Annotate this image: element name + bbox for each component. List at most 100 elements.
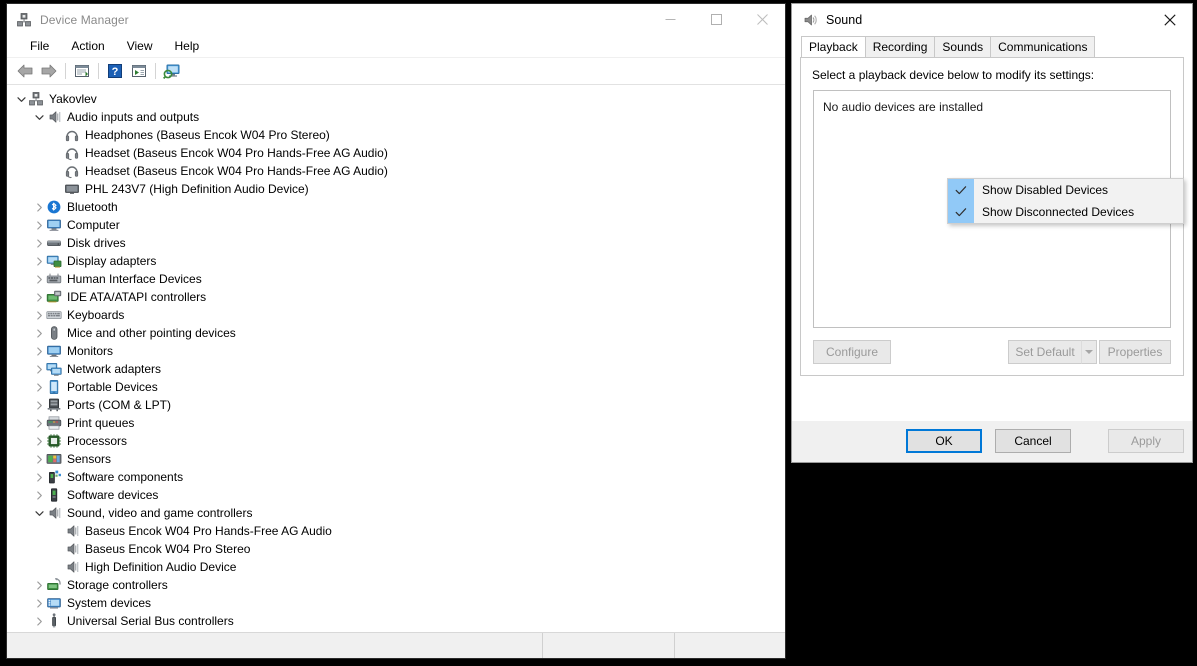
playback-context-menu: Show Disabled Devices Show Disconnected D… bbox=[947, 178, 1184, 224]
cancel-button[interactable]: Cancel bbox=[995, 429, 1071, 453]
tree-item[interactable]: Headset (Baseus Encok W04 Pro Hands-Free… bbox=[7, 144, 785, 162]
tree-item[interactable]: Computer bbox=[7, 216, 785, 234]
chevron-right-icon[interactable] bbox=[33, 378, 46, 396]
scan-hardware-icon[interactable] bbox=[160, 60, 184, 82]
maximize-icon[interactable] bbox=[693, 4, 739, 35]
tree-item[interactable]: Processors bbox=[7, 432, 785, 450]
back-icon[interactable] bbox=[13, 60, 37, 82]
menu-file[interactable]: File bbox=[20, 37, 59, 56]
chevron-down-icon[interactable] bbox=[33, 504, 46, 522]
chevron-down-icon[interactable] bbox=[15, 90, 28, 108]
tree-item[interactable]: Software components bbox=[7, 468, 785, 486]
tree-item[interactable]: PHL 243V7 (High Definition Audio Device) bbox=[7, 180, 785, 198]
menu-action[interactable]: Action bbox=[61, 37, 114, 56]
tree-item[interactable]: Headphones (Baseus Encok W04 Pro Stereo) bbox=[7, 126, 785, 144]
tree-item[interactable]: Human Interface Devices bbox=[7, 270, 785, 288]
tree-item-label: Sound, video and game controllers bbox=[67, 506, 253, 520]
help-icon[interactable]: ? bbox=[103, 60, 127, 82]
chevron-right-icon[interactable] bbox=[33, 576, 46, 594]
properties-icon[interactable] bbox=[70, 60, 94, 82]
tree-item-label: Storage controllers bbox=[67, 578, 168, 592]
tree-item-label: Software devices bbox=[67, 488, 159, 502]
tree-item[interactable]: Ports (COM & LPT) bbox=[7, 396, 785, 414]
context-menu-item[interactable]: Show Disabled Devices bbox=[948, 179, 1183, 201]
chevron-right-icon[interactable] bbox=[33, 486, 46, 504]
tree-item[interactable]: Sound, video and game controllers bbox=[7, 504, 785, 522]
tree-item[interactable]: Sensors bbox=[7, 450, 785, 468]
tree-item[interactable]: Disk drives bbox=[7, 234, 785, 252]
minimize-icon[interactable] bbox=[647, 4, 693, 35]
tree-item[interactable]: Baseus Encok W04 Pro Hands-Free AG Audio bbox=[7, 522, 785, 540]
tree-item[interactable]: Headset (Baseus Encok W04 Pro Hands-Free… bbox=[7, 162, 785, 180]
tree-item[interactable]: Audio inputs and outputs bbox=[7, 108, 785, 126]
chevron-right-icon[interactable] bbox=[33, 342, 46, 360]
chevron-right-icon[interactable] bbox=[33, 270, 46, 288]
device-manager-titlebar: Device Manager bbox=[7, 4, 785, 35]
ok-button[interactable]: OK bbox=[906, 429, 982, 453]
context-menu-item[interactable]: Show Disconnected Devices bbox=[948, 201, 1183, 223]
tree-item[interactable]: Yakovlev bbox=[7, 90, 785, 108]
chevron-right-icon[interactable] bbox=[33, 360, 46, 378]
tree-item[interactable]: Universal Serial Bus controllers bbox=[7, 612, 785, 630]
tree-item[interactable]: Monitors bbox=[7, 342, 785, 360]
chevron-right-icon[interactable] bbox=[33, 216, 46, 234]
processor-icon bbox=[46, 433, 62, 449]
set-default-button[interactable]: Set Default bbox=[1008, 340, 1081, 364]
tree-item[interactable]: Baseus Encok W04 Pro Stereo bbox=[7, 540, 785, 558]
tree-item[interactable]: Keyboards bbox=[7, 306, 785, 324]
tab-sounds[interactable]: Sounds bbox=[934, 36, 992, 57]
chevron-right-icon[interactable] bbox=[33, 612, 46, 630]
tree-item[interactable]: Portable Devices bbox=[7, 378, 785, 396]
menu-view[interactable]: View bbox=[117, 37, 163, 56]
speaker-small-icon bbox=[64, 541, 80, 557]
apply-button[interactable]: Apply bbox=[1108, 429, 1184, 453]
sound-dialog-titlebar: Sound bbox=[792, 4, 1192, 36]
tab-recording[interactable]: Recording bbox=[864, 36, 936, 57]
set-default-dropdown-arrow-icon[interactable] bbox=[1081, 340, 1097, 364]
chevron-right-icon[interactable] bbox=[33, 450, 46, 468]
checkmark-icon bbox=[948, 179, 974, 201]
chevron-right-icon[interactable] bbox=[33, 234, 46, 252]
chevron-right-icon[interactable] bbox=[33, 306, 46, 324]
tree-item[interactable]: Bluetooth bbox=[7, 198, 785, 216]
tree-item[interactable]: Print queues bbox=[7, 414, 785, 432]
chevron-right-icon[interactable] bbox=[33, 432, 46, 450]
chevron-right-icon[interactable] bbox=[33, 324, 46, 342]
tree-item[interactable]: System devices bbox=[7, 594, 785, 612]
update-driver-icon[interactable] bbox=[127, 60, 151, 82]
tree-item[interactable]: Software devices bbox=[7, 486, 785, 504]
chevron-right-icon[interactable] bbox=[33, 396, 46, 414]
chevron-right-icon[interactable] bbox=[33, 198, 46, 216]
sound-dialog-footer: OK Cancel Apply bbox=[792, 421, 1192, 462]
sound-dialog-title: Sound bbox=[826, 13, 863, 27]
chevron-right-icon[interactable] bbox=[33, 414, 46, 432]
forward-icon[interactable] bbox=[37, 60, 61, 82]
tab-playback[interactable]: Playback bbox=[801, 36, 866, 57]
context-menu-item-label: Show Disabled Devices bbox=[982, 183, 1109, 197]
mouse-icon bbox=[46, 325, 62, 341]
configure-button[interactable]: Configure bbox=[813, 340, 891, 364]
close-icon[interactable] bbox=[1147, 4, 1192, 36]
tab-communications[interactable]: Communications bbox=[990, 36, 1096, 57]
tree-item-label: Headset (Baseus Encok W04 Pro Hands-Free… bbox=[85, 164, 388, 178]
context-menu-item-label: Show Disconnected Devices bbox=[982, 205, 1135, 219]
monitor2-icon bbox=[46, 343, 62, 359]
tree-item[interactable]: Mice and other pointing devices bbox=[7, 324, 785, 342]
device-tree[interactable]: Yakovlev Audio inputs and outputs Headphon… bbox=[7, 85, 785, 632]
tree-item[interactable]: Storage controllers bbox=[7, 576, 785, 594]
close-icon[interactable] bbox=[739, 4, 785, 35]
tree-item[interactable]: IDE ATA/ATAPI controllers bbox=[7, 288, 785, 306]
tree-item[interactable]: Network adapters bbox=[7, 360, 785, 378]
chevron-right-icon[interactable] bbox=[33, 468, 46, 486]
tree-item-label: Universal Serial Bus controllers bbox=[67, 614, 234, 628]
properties-button[interactable]: Properties bbox=[1099, 340, 1171, 364]
tree-item[interactable]: Display adapters bbox=[7, 252, 785, 270]
headset-icon bbox=[64, 163, 80, 179]
chevron-right-icon[interactable] bbox=[33, 594, 46, 612]
chevron-down-icon[interactable] bbox=[33, 108, 46, 126]
menu-help[interactable]: Help bbox=[165, 37, 210, 56]
chevron-right-icon[interactable] bbox=[33, 288, 46, 306]
chevron-right-icon[interactable] bbox=[33, 252, 46, 270]
tree-item[interactable]: High Definition Audio Device bbox=[7, 558, 785, 576]
